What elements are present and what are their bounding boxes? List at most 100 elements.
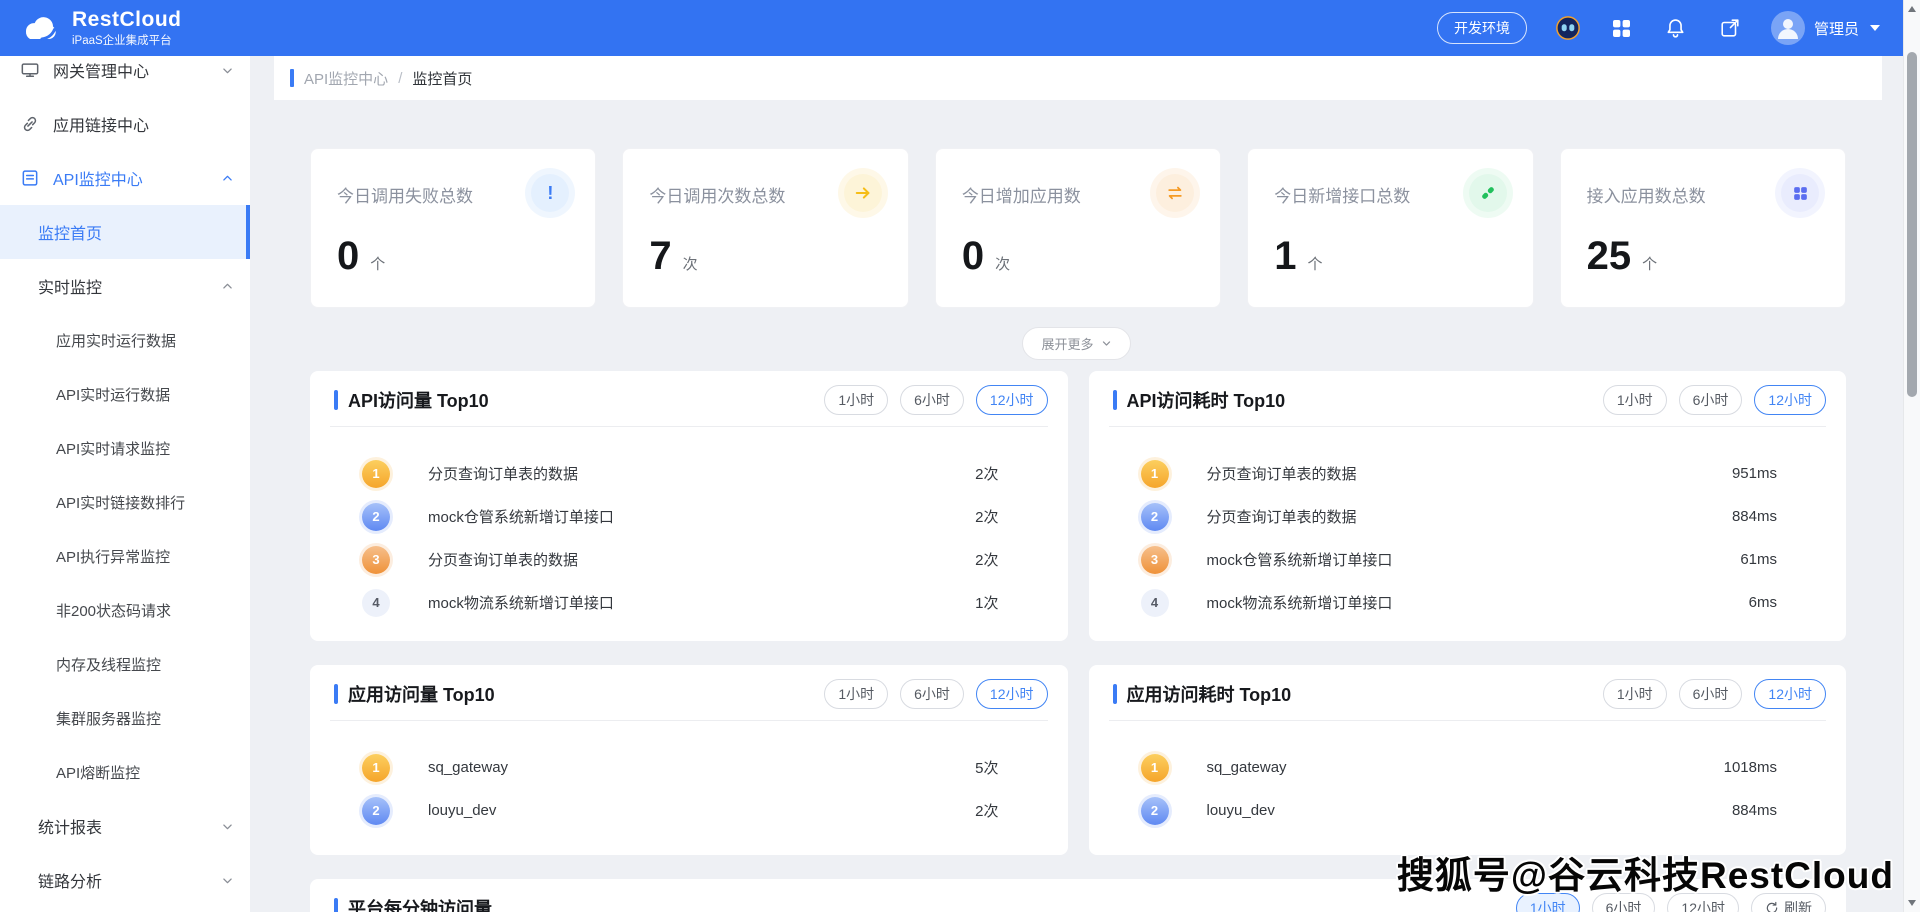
- scrollbar-thumb[interactable]: [1907, 52, 1917, 397]
- time-filter-12小时[interactable]: 12小时: [976, 679, 1048, 709]
- stat-cards-row: 今日调用失败总数 ! 0 个 今日调用次数总数 7 次 今日增加应用数 0 次 …: [310, 148, 1846, 308]
- time-filter-12小时[interactable]: 12小时: [1754, 385, 1826, 415]
- row-value: 61ms: [1740, 551, 1777, 568]
- panel-title: 平台每分钟访问量: [348, 895, 492, 912]
- sidebar-item-非200状态码请求[interactable]: 非200状态码请求: [0, 583, 250, 637]
- user-name: 管理员: [1814, 18, 1859, 39]
- panel-accent-bar: [1113, 390, 1117, 410]
- refresh-label: 刷新: [1784, 898, 1812, 912]
- panel-accent-bar: [334, 898, 338, 912]
- rank-badge: 1: [1141, 754, 1169, 782]
- sidebar-menu: 网关管理中心 应用链接中心 API监控中心 监控首页 实时监控 应用实时运行数据…: [0, 56, 250, 907]
- rank-badge: 4: [1141, 589, 1169, 617]
- row-name: mock仓管系统新增订单接口: [1207, 549, 1393, 570]
- row-name: louyu_dev: [1207, 802, 1275, 819]
- row-name: 分页查询订单表的数据: [1207, 506, 1357, 527]
- time-filter-12小时[interactable]: 12小时: [1754, 679, 1826, 709]
- user-menu[interactable]: 管理员: [1771, 11, 1880, 45]
- row-value: 1018ms: [1724, 759, 1777, 776]
- arrow-right-icon: [844, 174, 882, 212]
- time-filter-group: 1小时 6小时 12小时: [1603, 385, 1826, 415]
- swap-icon: [1156, 174, 1194, 212]
- sidebar-item-监控首页[interactable]: 监控首页: [0, 205, 250, 259]
- stat-value: 7: [649, 236, 671, 276]
- sidebar-item-统计报表[interactable]: 统计报表: [0, 799, 250, 853]
- top-header: RestCloud iPaaS企业集成平台 开发环境: [0, 0, 1920, 56]
- stat-unit: 个: [370, 253, 385, 274]
- stat-value: 0: [337, 236, 359, 276]
- panel-title: 应用访问耗时 Top10: [1127, 681, 1292, 707]
- row-value: 951ms: [1732, 465, 1777, 482]
- sidebar-item-API实时请求监控[interactable]: API实时请求监控: [0, 421, 250, 475]
- sidebar-item-集群服务器监控[interactable]: 集群服务器监控: [0, 691, 250, 745]
- chevron-down-icon: [221, 820, 234, 833]
- plug-icon: [1469, 174, 1507, 212]
- stat-label: 今日调用次数总数: [649, 174, 785, 207]
- stat-value: 1: [1274, 236, 1296, 276]
- rank-badge: 2: [362, 503, 390, 531]
- sidebar-item-内存及线程监控[interactable]: 内存及线程监控: [0, 637, 250, 691]
- row-value: 1次: [975, 592, 998, 613]
- breadcrumb-section[interactable]: API监控中心: [304, 68, 388, 89]
- rank-badge: 4: [362, 589, 390, 617]
- time-filter-1小时[interactable]: 1小时: [824, 385, 888, 415]
- rank-badge: 2: [1141, 503, 1169, 531]
- row-value: 5次: [975, 757, 998, 778]
- assistant-robot-icon[interactable]: [1555, 15, 1581, 41]
- time-filter-6小时[interactable]: 6小时: [900, 679, 964, 709]
- stat-unit: 次: [683, 253, 698, 274]
- stat-label: 今日增加应用数: [962, 174, 1081, 207]
- time-filter-12小时[interactable]: 12小时: [976, 385, 1048, 415]
- time-filter-1小时[interactable]: 1小时: [1603, 679, 1667, 709]
- scroll-up-arrow-icon[interactable]: [1908, 6, 1916, 12]
- sidebar-item-网关管理中心[interactable]: 网关管理中心: [0, 56, 250, 97]
- stat-unit: 个: [1307, 253, 1322, 274]
- sidebar-item-API执行异常监控[interactable]: API执行异常监控: [0, 529, 250, 583]
- chevron-up-icon: [221, 172, 234, 185]
- breadcrumb-separator: /: [398, 70, 402, 87]
- notifications-bell-icon[interactable]: [1663, 15, 1689, 41]
- row-value: 884ms: [1732, 802, 1777, 819]
- rank-badge: 1: [362, 754, 390, 782]
- row-name: louyu_dev: [428, 802, 496, 819]
- scroll-down-arrow-icon[interactable]: [1908, 900, 1916, 906]
- time-filter-1小时[interactable]: 1小时: [824, 679, 888, 709]
- breadcrumb-current: 监控首页: [412, 68, 472, 89]
- time-filter-6小时[interactable]: 6小时: [1679, 385, 1743, 415]
- sidebar-item-API监控中心[interactable]: API监控中心: [0, 151, 250, 205]
- apps-grid-icon[interactable]: [1609, 15, 1635, 41]
- sidebar-item-API实时链接数排行[interactable]: API实时链接数排行: [0, 475, 250, 529]
- panel-title: 应用访问量 Top10: [348, 681, 495, 707]
- environment-badge[interactable]: 开发环境: [1437, 12, 1527, 44]
- sidebar-item-链路分析[interactable]: 链路分析: [0, 853, 250, 907]
- external-link-icon[interactable]: [1717, 15, 1743, 41]
- time-filter-6小时[interactable]: 6小时: [1679, 679, 1743, 709]
- sidebar-item-实时监控[interactable]: 实时监控: [0, 259, 250, 313]
- sidebar-item-API熔断监控[interactable]: API熔断监控: [0, 745, 250, 799]
- chevron-down-icon: [1870, 25, 1880, 31]
- alert-icon: !: [531, 174, 569, 212]
- row-value: 2次: [975, 800, 998, 821]
- row-value: 2次: [975, 549, 998, 570]
- row-name: mock仓管系统新增订单接口: [428, 506, 614, 527]
- time-filter-1小时[interactable]: 1小时: [1603, 385, 1667, 415]
- stat-label: 今日调用失败总数: [337, 174, 473, 207]
- time-filter-6小时[interactable]: 6小时: [900, 385, 964, 415]
- top10-row: 1 分页查询订单表的数据 2次: [310, 452, 1068, 495]
- row-name: 分页查询订单表的数据: [1207, 463, 1357, 484]
- stat-unit: 个: [1642, 253, 1657, 274]
- chevron-down-icon: [221, 874, 234, 887]
- cloud-logo-icon: [16, 9, 62, 47]
- row-name: sq_gateway: [1207, 759, 1287, 776]
- sidebar-item-API实时运行数据[interactable]: API实时运行数据: [0, 367, 250, 421]
- sidebar-item-应用链接中心[interactable]: 应用链接中心: [0, 97, 250, 151]
- top10-row: 3 分页查询订单表的数据 2次: [310, 538, 1068, 581]
- rank-badge: 3: [1141, 546, 1169, 574]
- rank-badge: 1: [1141, 460, 1169, 488]
- sidebar-item-应用实时运行数据[interactable]: 应用实时运行数据: [0, 313, 250, 367]
- expand-more-button[interactable]: 展开更多: [1022, 327, 1130, 360]
- top10-row: 4 mock物流系统新增订单接口 6ms: [1089, 581, 1847, 624]
- panel-accent-bar: [334, 684, 338, 704]
- row-name: mock物流系统新增订单接口: [428, 592, 614, 613]
- stat-card: 今日新增接口总数 1 个: [1247, 148, 1533, 308]
